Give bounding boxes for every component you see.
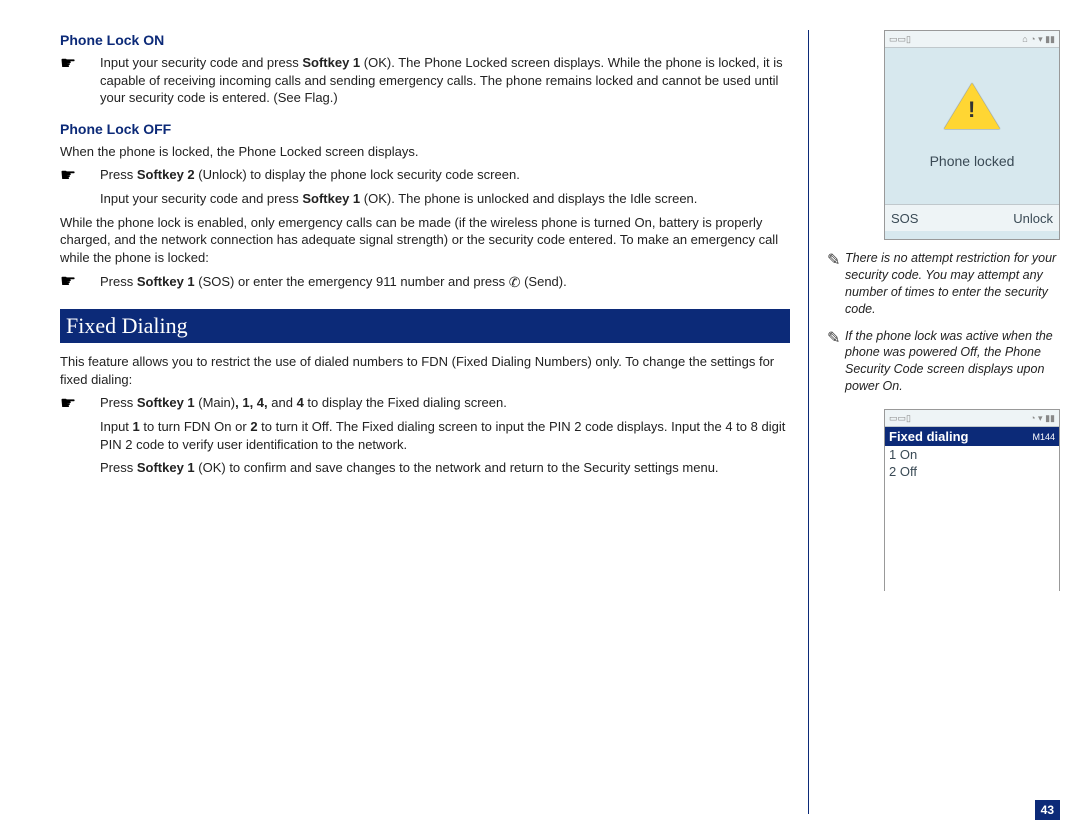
text: Press — [100, 167, 137, 182]
indent-paragraph: Press Softkey 1 (OK) to confirm and save… — [100, 459, 790, 477]
side-note: ✎ There is no attempt restriction for yo… — [827, 250, 1060, 318]
phone-menu-list: 1 On 2 Off — [885, 446, 1059, 594]
text: to display the Fixed dialing screen. — [304, 395, 507, 410]
phone-screen-fixed-dialing: ▭▭▯ ◔ ▾ ▮▮ Fixed dialing M144 1 On 2 Off — [884, 409, 1060, 591]
menu-item-off[interactable]: 2 Off — [885, 463, 1059, 480]
paragraph: While the phone lock is enabled, only em… — [60, 214, 790, 267]
softkey-ref: Softkey 1 — [302, 191, 360, 206]
note-text: If the phone lock was active when the ph… — [845, 328, 1060, 396]
status-icons-left: ▭▭▯ — [889, 34, 911, 45]
phone-screen-locked: ▭▭▯ ⌂ ◔ ▾ ▮▮ Phone locked SOS Unlock — [884, 30, 1060, 240]
softkey-sos[interactable]: SOS — [891, 211, 918, 226]
menu-item-on[interactable]: 1 On — [885, 446, 1059, 463]
bullet-text: Press Softkey 2 (Unlock) to display the … — [100, 166, 790, 184]
text: (OK) to confirm and save changes to the … — [195, 460, 719, 475]
bullet-item: ☛ Press Softkey 1 (SOS) or enter the eme… — [60, 272, 790, 291]
phone-title-bar: Fixed dialing M144 — [885, 427, 1059, 446]
bullet-text: Press Softkey 1 (Main), 1, 4, and 4 to d… — [100, 394, 790, 412]
bullet-item: ☛ Press Softkey 1 (Main), 1, 4, and 4 to… — [60, 394, 790, 412]
softkey-ref: Softkey 2 — [137, 167, 195, 182]
indent-paragraph: Input 1 to turn FDN On or 2 to turn it O… — [100, 418, 790, 453]
softkey-unlock[interactable]: Unlock — [1013, 211, 1053, 226]
bullet-item: ☛ Input your security code and press Sof… — [60, 54, 790, 107]
phone-softkeys: SOS Unlock — [885, 204, 1059, 231]
softkey-ref: Softkey 1 — [302, 55, 360, 70]
item-number: 1 — [889, 447, 896, 462]
menu-ref: M144 — [1032, 432, 1055, 442]
text: (SOS) or enter the emergency 911 number … — [195, 274, 509, 289]
note-icon: ✎ — [827, 328, 845, 396]
text: Press — [100, 274, 137, 289]
paragraph: When the phone is locked, the Phone Lock… — [60, 143, 790, 161]
softkey-ref: Softkey 1 — [137, 274, 195, 289]
status-icons-right: ◔ ▾ ▮▮ — [1030, 413, 1055, 424]
note-icon: ✎ — [827, 250, 845, 318]
item-label: On — [900, 447, 917, 462]
side-note: ✎ If the phone lock was active when the … — [827, 328, 1060, 396]
status-icons-left: ▭▭▯ — [889, 413, 911, 424]
key-ref: 4 — [297, 395, 304, 410]
page-number: 43 — [1035, 800, 1060, 820]
note-text: There is no attempt restriction for your… — [845, 250, 1060, 318]
text: Input your security code and press — [100, 191, 302, 206]
phone-title-text: Fixed dialing — [889, 429, 968, 444]
status-icons-right: ⌂ ◔ ▾ ▮▮ — [1022, 34, 1055, 45]
softkey-ref: Softkey 1 — [137, 395, 195, 410]
softkey-ref: Softkey 1 — [137, 460, 195, 475]
text: Input your security code and press — [100, 55, 302, 70]
pointer-icon: ☛ — [60, 166, 100, 184]
warning-icon — [944, 83, 1000, 129]
text: (Unlock) to display the phone lock secur… — [195, 167, 520, 182]
bullet-text: Press Softkey 1 (SOS) or enter the emerg… — [100, 272, 790, 291]
pointer-icon: ☛ — [60, 54, 100, 107]
main-content: Phone Lock ON ☛ Input your security code… — [60, 30, 808, 814]
phone-status-bar: ▭▭▯ ⌂ ◔ ▾ ▮▮ — [885, 31, 1059, 48]
pointer-icon: ☛ — [60, 394, 100, 412]
heading-phone-lock-off: Phone Lock OFF — [60, 121, 790, 137]
manual-page: Phone Lock ON ☛ Input your security code… — [0, 0, 1080, 834]
section-heading-fixed-dialing: Fixed Dialing — [60, 309, 790, 343]
text: Press — [100, 460, 137, 475]
phone-locked-label: Phone locked — [930, 153, 1015, 169]
item-number: 2 — [889, 464, 896, 479]
text: (OK). The phone is unlocked and displays… — [360, 191, 697, 206]
paragraph: This feature allows you to restrict the … — [60, 353, 790, 388]
text: and — [268, 395, 297, 410]
pointer-icon: ☛ — [60, 272, 100, 291]
text: Press — [100, 395, 137, 410]
side-content: ▭▭▯ ⌂ ◔ ▾ ▮▮ Phone locked SOS Unlock ✎ T… — [809, 30, 1060, 814]
phone-body: Phone locked — [885, 48, 1059, 204]
text: Input — [100, 419, 133, 434]
item-label: Off — [900, 464, 917, 479]
text: to turn FDN On or — [140, 419, 251, 434]
heading-phone-lock-on: Phone Lock ON — [60, 32, 790, 48]
bullet-text: Input your security code and press Softk… — [100, 54, 790, 107]
text: (Send). — [520, 274, 566, 289]
text: (Main) — [195, 395, 235, 410]
phone-status-bar: ▭▭▯ ◔ ▾ ▮▮ — [885, 410, 1059, 427]
key-ref: 2 — [250, 419, 257, 434]
key-seq: , 1, 4, — [235, 395, 268, 410]
handset-icon: ✆ — [509, 273, 521, 292]
key-ref: 1 — [133, 419, 140, 434]
bullet-item: ☛ Press Softkey 2 (Unlock) to display th… — [60, 166, 790, 184]
indent-paragraph: Input your security code and press Softk… — [100, 190, 790, 208]
